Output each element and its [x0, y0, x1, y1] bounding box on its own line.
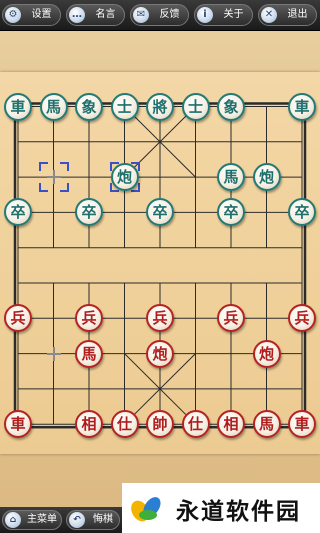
green-piece[interactable]: 馬	[217, 163, 245, 192]
red-piece[interactable]: 炮	[146, 339, 174, 368]
info-icon: i	[197, 7, 213, 23]
watermark-text: 永道软件园	[176, 499, 301, 525]
green-piece[interactable]: 炮	[252, 163, 281, 192]
main-menu-label: 主菜单	[27, 514, 57, 525]
undo-icon: ↶	[69, 512, 85, 528]
red-piece[interactable]: 相	[217, 410, 245, 439]
empty-point-marker	[46, 346, 61, 361]
red-piece[interactable]: 仕	[181, 410, 210, 439]
red-piece[interactable]: 帥	[146, 410, 174, 439]
undo-button[interactable]: ↶ 悔棋	[66, 510, 120, 530]
chat-icon: …	[69, 7, 85, 23]
green-piece[interactable]: 車	[288, 92, 316, 121]
exit-label: 退出	[287, 9, 308, 20]
red-piece[interactable]: 車	[288, 410, 316, 439]
undo-label: 悔棋	[93, 514, 113, 525]
xiangqi-board[interactable]: 車馬象士將士象車炮馬炮卒卒卒卒卒兵兵兵兵兵馬炮炮車相仕帥仕相馬車	[0, 72, 320, 454]
watermark: 永道软件园	[122, 483, 320, 533]
red-piece[interactable]: 馬	[75, 339, 103, 368]
top-toolbar: ⚙ 设置 … 名言 ✉ 反馈 i 关于 ✕ 退出	[0, 0, 320, 31]
empty-point-marker	[46, 170, 61, 185]
green-piece[interactable]: 炮	[110, 163, 139, 192]
quotes-button[interactable]: … 名言	[66, 4, 125, 26]
green-piece[interactable]: 象	[217, 92, 245, 121]
exit-button[interactable]: ✕ 退出	[258, 4, 317, 26]
red-piece[interactable]: 車	[4, 410, 32, 439]
green-piece[interactable]: 士	[181, 92, 210, 121]
close-icon: ✕	[261, 7, 277, 23]
green-piece[interactable]: 士	[110, 92, 139, 121]
bottom-toolbar: ⌂ 主菜单 ↶ 悔棋	[0, 507, 122, 533]
red-piece[interactable]: 炮	[252, 339, 281, 368]
quotes-label: 名言	[95, 9, 116, 20]
feedback-label: 反馈	[159, 9, 180, 20]
about-button[interactable]: i 关于	[194, 4, 253, 26]
gear-icon: ⚙	[5, 7, 21, 23]
mail-icon: ✉	[133, 7, 149, 23]
board-grid	[13, 102, 307, 429]
about-label: 关于	[223, 9, 244, 20]
settings-label: 设置	[31, 9, 52, 20]
feedback-button[interactable]: ✉ 反馈	[130, 4, 189, 26]
red-piece[interactable]: 相	[75, 410, 103, 439]
green-piece[interactable]: 馬	[39, 92, 68, 121]
settings-button[interactable]: ⚙ 设置	[2, 4, 61, 26]
leaf-logo	[131, 497, 161, 522]
main-menu-button[interactable]: ⌂ 主菜单	[2, 510, 62, 530]
home-icon: ⌂	[5, 512, 21, 528]
green-piece[interactable]: 象	[75, 92, 103, 121]
green-piece[interactable]: 將	[146, 92, 174, 121]
red-piece[interactable]: 馬	[252, 410, 281, 439]
green-piece[interactable]: 車	[4, 92, 32, 121]
red-piece[interactable]: 仕	[110, 410, 139, 439]
